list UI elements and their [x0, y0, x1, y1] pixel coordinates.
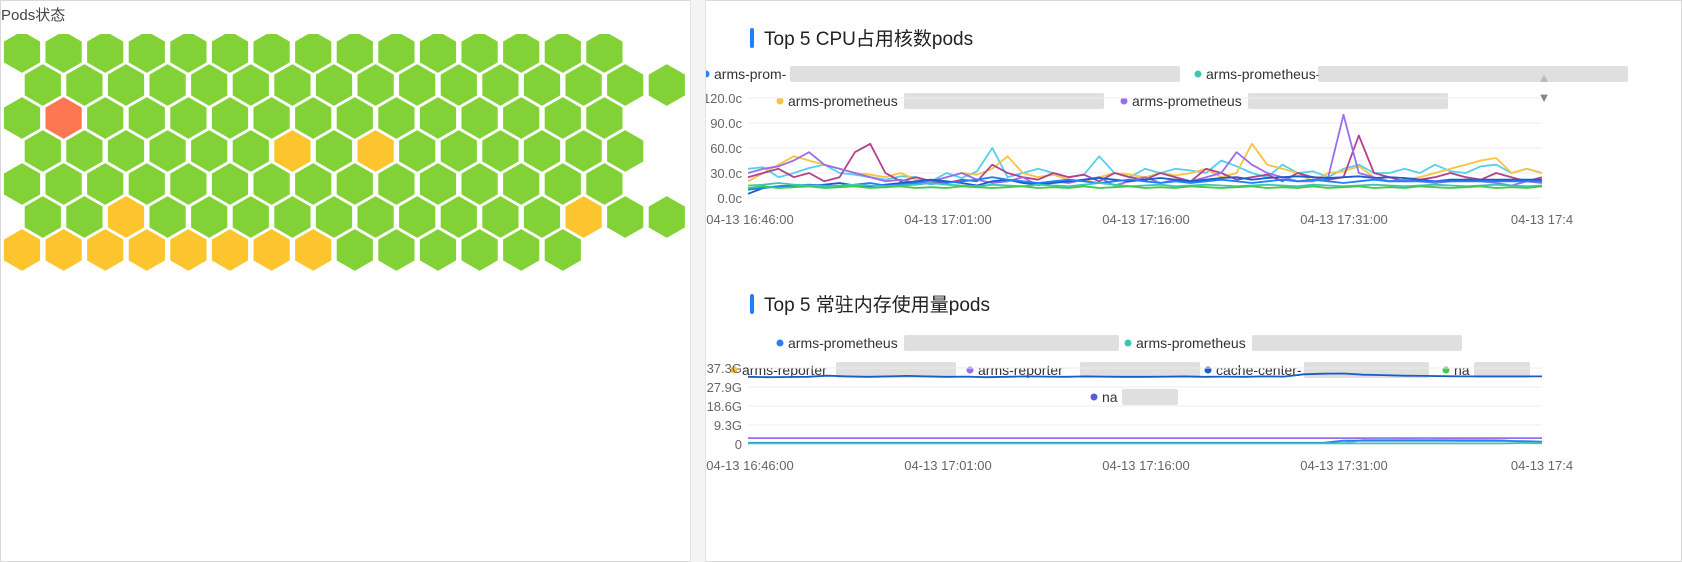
pod-hex-running[interactable] [376, 226, 417, 274]
redacted-name-blur [790, 66, 1180, 82]
y-tick-label: 60.0c [710, 141, 742, 156]
cpu-chart-header: Top 5 CPU占用核数pods [750, 24, 973, 51]
legend-label[interactable]: arms-prom- [714, 66, 787, 82]
pod-hex-warning[interactable] [168, 226, 209, 274]
redacted-name-blur [1122, 389, 1178, 405]
y-tick-label: 37.3G [707, 361, 742, 376]
pod-hex-warning[interactable] [209, 226, 251, 274]
y-tick-label: 27.9G [707, 380, 742, 395]
legend-label[interactable]: arms-prometheus- [1206, 66, 1321, 82]
x-tick-label: 04-13 17:16:00 [1102, 212, 1189, 227]
x-tick-label: 04-13 17:31:00 [1300, 458, 1387, 473]
cpu-chart-title: Top 5 CPU占用核数pods [764, 29, 974, 50]
legend-label[interactable]: arms-reporter [978, 362, 1063, 378]
legend-label[interactable]: arms-prometheus [788, 335, 898, 351]
y-tick-label: 30.0c [710, 166, 742, 181]
y-tick-label: 0 [735, 437, 742, 452]
pod-hex-running[interactable] [646, 193, 687, 241]
y-tick-label: 90.0c [710, 116, 742, 131]
legend-dot [706, 70, 710, 78]
x-tick-label: 04-13 17:01:00 [904, 458, 991, 473]
redacted-name-blur [1318, 66, 1628, 82]
y-tick-label: 9.3G [714, 418, 742, 433]
pod-hex-running[interactable] [459, 226, 500, 274]
x-tick-label: 04-13 17:16:00 [1102, 458, 1189, 473]
pod-hex-warning[interactable] [1, 226, 43, 274]
pod-hex-running[interactable] [605, 193, 646, 241]
legend-page-down-icon[interactable]: ▼ [1538, 90, 1551, 105]
mem-chart-title: Top 5 常驻内存使用量pods [764, 295, 990, 316]
cpu-chart: arms-prom-arms-prometheus-arms-prometheu… [706, 66, 1628, 227]
x-tick-label: 04-13 16:46:00 [706, 212, 793, 227]
legend-dot [1120, 97, 1128, 105]
x-tick-label: 04-13 17:4 [1511, 458, 1573, 473]
panel-divider [690, 0, 706, 562]
pod-hex-running[interactable] [417, 226, 459, 274]
pods-status-title: Pods状态 [1, 7, 66, 24]
legend-label[interactable]: arms-prometheus [1136, 335, 1246, 351]
pod-hex-running[interactable] [334, 226, 375, 274]
legend-dot [776, 339, 784, 347]
title-accent-bar [750, 27, 754, 48]
pod-hex-warning[interactable] [251, 226, 292, 274]
pod-hex-running[interactable] [542, 226, 583, 274]
pod-hex-warning[interactable] [85, 226, 126, 274]
series-line[interactable] [748, 439, 1543, 444]
legend-page-up-icon[interactable]: ▲ [1538, 70, 1551, 85]
legend-dot [1194, 70, 1202, 78]
legend-label[interactable]: na [1102, 389, 1118, 405]
mem-chart-header: Top 5 常驻内存使用量pods [750, 290, 990, 317]
pod-hex-warning[interactable] [293, 226, 334, 274]
x-tick-label: 04-13 17:31:00 [1300, 212, 1387, 227]
legend-dot [1124, 339, 1132, 347]
redacted-name-blur [904, 93, 1104, 109]
title-accent-bar [750, 293, 754, 314]
mem-chart: arms-prometheus arms-prometheus arms-repor… [706, 335, 1573, 473]
redacted-name-blur [904, 335, 1119, 351]
pods-status-panel: Pods状态 [0, 0, 690, 560]
y-tick-label: 120.0c [706, 91, 742, 106]
pod-hex-warning[interactable] [43, 226, 84, 274]
x-tick-label: 04-13 17:4 [1511, 212, 1573, 227]
y-tick-label: 0.0c [717, 191, 742, 206]
pod-hex-running[interactable] [501, 226, 542, 274]
legend-dot [776, 97, 784, 105]
metrics-panel: Top 5 CPU占用核数pods arms-prom-arms-prometh… [706, 0, 1682, 562]
y-tick-label: 18.6G [707, 399, 742, 414]
redacted-name-blur [1248, 93, 1448, 109]
legend-label[interactable]: arms-prometheus [1132, 93, 1242, 109]
legend-dot [1090, 393, 1098, 401]
pod-hex-warning[interactable] [126, 226, 167, 274]
legend-label[interactable]: arms-prometheus [788, 93, 898, 109]
pods-hex-grid [1, 34, 690, 274]
x-tick-label: 04-13 16:46:00 [706, 458, 793, 473]
x-tick-label: 04-13 17:01:00 [904, 212, 991, 227]
redacted-name-blur [1252, 335, 1462, 351]
pod-hex-running[interactable] [646, 61, 687, 109]
